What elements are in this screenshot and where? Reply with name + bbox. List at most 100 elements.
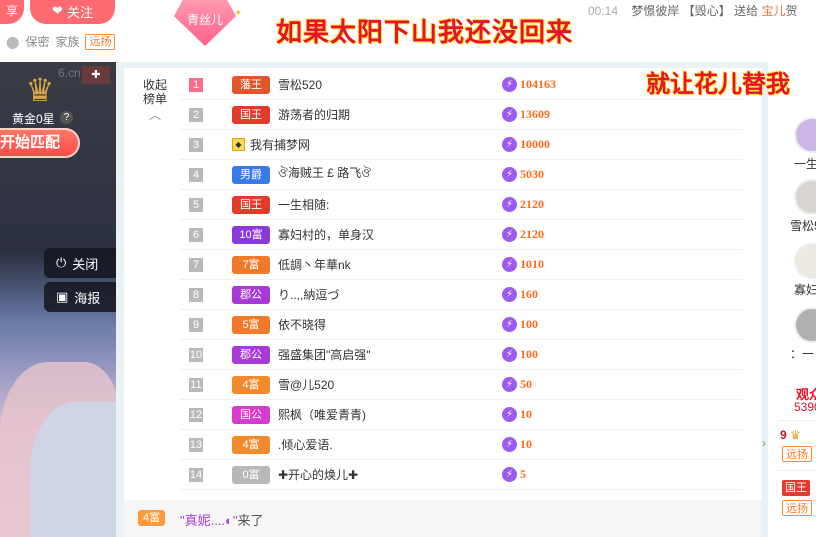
ranking-row[interactable]: 3 ◆ 我有捕梦网 ⚡ 10000 — [180, 130, 743, 160]
rank-number: 7 — [189, 257, 203, 272]
corner-plus-icon[interactable]: ✚ — [82, 66, 110, 84]
right-user-name[interactable]: 一生 — [794, 155, 816, 172]
ranking-row[interactable]: 8 郡公 り..,,納逗づ ⚡ 160 — [180, 280, 743, 310]
avatar[interactable] — [794, 243, 816, 279]
gift-ticker: 00:14 梦憬彼岸 【毁心】 送给 宝儿贺 — [588, 2, 797, 19]
contribution-amount: 2120 — [520, 197, 544, 211]
user-name[interactable]: 低調丶年華nk — [278, 256, 351, 273]
family-tag[interactable]: 远扬 — [782, 446, 812, 462]
right-user-name[interactable]: 雪松5 — [790, 217, 816, 234]
contribution-amount: 104163 — [520, 77, 556, 91]
level-badge: 藩王 — [232, 75, 270, 94]
user-name[interactable]: 游荡者的归期 — [278, 106, 350, 123]
coin-icon: ⚡ — [502, 197, 517, 212]
ranking-row[interactable]: 9 5富 依不晓得 ⚡ 100 — [180, 310, 743, 340]
share-button[interactable]: 享 — [0, 0, 24, 24]
heart-icon: ❤ — [52, 3, 63, 18]
share-label: 享 — [5, 4, 18, 18]
start-match-button[interactable]: 开始匹配 — [0, 128, 80, 158]
contribution-amount: 13609 — [520, 107, 550, 121]
user-name[interactable]: 雪松520 — [278, 76, 322, 93]
rank-number: 8 — [189, 287, 203, 302]
family-tag[interactable]: 远扬 — [85, 33, 116, 50]
rank-number: 5 — [189, 197, 203, 212]
collapse-ranking-button[interactable]: 收起 榜单 ︿ — [140, 78, 170, 122]
contribution-amount: 5 — [520, 467, 526, 481]
close-button[interactable]: ⏻ 关闭 — [44, 248, 116, 278]
ranking-list: 1 藩王 雪松520 ⚡ 104163 2 国王 游荡者的归期 ⚡ 13609 3 ◆ 我有捕梦网 ⚡ 10… — [180, 70, 743, 490]
ranking-row[interactable]: 11 4富 雪@儿520 ⚡ 50 — [180, 370, 743, 400]
follow-button[interactable]: ❤ 关注 — [30, 0, 115, 24]
avatar[interactable] — [794, 117, 816, 153]
user-name[interactable]: 寡妇村的，单身汉 — [278, 226, 374, 243]
rank-emblem-icon[interactable]: ♛ — [20, 72, 60, 108]
ranking-row[interactable]: 2 国王 游荡者的归期 ⚡ 13609 — [180, 100, 743, 130]
avatar[interactable] — [794, 307, 816, 343]
youth-badge[interactable]: 青丝儿 — [174, 0, 236, 46]
medal-icon: ◆ — [232, 138, 245, 151]
level-badge: 郡公 — [232, 285, 270, 304]
right-user-name[interactable]: 寡妇 — [794, 281, 816, 298]
ranking-row[interactable]: 5 国王 一生相随: ⚡ 2120 — [180, 190, 743, 220]
rank-number: 13 — [189, 437, 203, 452]
divider — [778, 470, 816, 471]
ranking-row[interactable]: 6 10富 寡妇村的，单身汉 ⚡ 2120 — [180, 220, 743, 250]
level-badge: 国王 — [232, 195, 270, 214]
rank-number: 14 — [189, 467, 203, 482]
ticker-from[interactable]: 梦憬彼岸 — [631, 4, 679, 18]
level-badge: 4富 — [232, 375, 270, 394]
user-name[interactable]: 雪@儿520 — [278, 376, 334, 393]
user-name[interactable]: り..,,納逗づ — [278, 286, 339, 303]
chevron-right-icon[interactable]: › — [762, 436, 766, 450]
avatar[interactable] — [794, 179, 816, 215]
ticker-tail: 贺 — [785, 4, 798, 18]
right-user-name[interactable]: ：一 — [790, 345, 814, 362]
contribution-amount: 1010 — [520, 257, 544, 271]
chevron-up-icon: ︿ — [148, 108, 161, 122]
ticker-to[interactable]: 宝儿 — [761, 4, 785, 18]
contribution-amount: 2120 — [520, 227, 544, 241]
level-badge: 7富 — [232, 255, 270, 274]
contribution-amount: 5030 — [520, 167, 544, 181]
meta-family: 家族 — [55, 35, 80, 49]
user-name[interactable]: 强盛集团"高启强" — [278, 346, 371, 363]
rank-number: 3 — [189, 137, 203, 152]
location-icon: ⬤ — [6, 34, 20, 49]
divider — [778, 420, 816, 421]
ranking-row[interactable]: 14 0富 ✚开心的焕儿✚ ⚡ 5 — [180, 460, 743, 490]
ranking-row[interactable]: 4 男爵 ঔ海贼王 £ 路飞ঔ ⚡ 5030 — [180, 160, 743, 190]
user-name[interactable]: 我有捕梦网 — [250, 136, 310, 153]
rank-number: 12 — [189, 407, 203, 422]
crown-icon: ♛ — [790, 428, 801, 442]
ranking-row[interactable]: 12 国公 熙枫（唯爱青青) ⚡ 10 — [180, 400, 743, 430]
ranking-row[interactable]: 10 郡公 强盛集团"高启强" ⚡ 100 — [180, 340, 743, 370]
rank-label: 黄金0星 — [12, 112, 55, 126]
family-tag[interactable]: 远扬 — [782, 500, 812, 516]
right-user-column: 一生 雪松5 寡妇 ：一 — [770, 95, 816, 370]
user-name[interactable]: ✚开心的焕儿✚ — [278, 466, 358, 483]
level-badge: 男爵 — [232, 165, 270, 184]
poster-button[interactable]: ▣ 海报 — [44, 282, 116, 312]
ranking-row[interactable]: 13 4富 .倾心爱语. ⚡ 10 — [180, 430, 743, 460]
level-badge: 10富 — [232, 225, 270, 244]
coin-icon: ⚡ — [502, 407, 517, 422]
entry-suffix: 来了 — [237, 513, 264, 528]
user-name[interactable]: 依不晓得 — [278, 316, 326, 333]
contribution-amount: 10 — [520, 407, 532, 421]
user-name[interactable]: .倾心爱语. — [278, 436, 333, 453]
site-watermark: 6.cn — [58, 66, 81, 80]
ranking-row[interactable]: 7 7富 低調丶年華nk ⚡ 1010 — [180, 250, 743, 280]
help-icon[interactable]: ? — [60, 111, 73, 124]
coin-icon: ⚡ — [502, 347, 517, 362]
level-badge: 郡公 — [232, 345, 270, 364]
anchor-meta: ⬤ 保密 家族 远扬 — [6, 33, 116, 50]
user-name[interactable]: ঔ海贼王 £ 路飞ঔ — [278, 164, 371, 185]
meta-protect: 保密 — [25, 35, 50, 49]
entry-user[interactable]: "真妮....◐" — [180, 513, 238, 528]
video-area[interactable]: ♛ 6.cn ✚ 黄金0星 ? 开始匹配 ⏻ 关闭 ▣ 海报 — [0, 62, 116, 537]
user-name[interactable]: 一生相随: — [278, 196, 329, 213]
user-name[interactable]: 熙枫（唯爱青青) — [278, 406, 366, 423]
top-bar: 享 ❤ 关注 ⬤ 保密 家族 远扬 青丝儿 ✦ 如果太阳下山我还没回来 00:1… — [0, 0, 816, 62]
youth-badge-label: 青丝儿 — [186, 13, 223, 27]
coin-icon: ⚡ — [502, 137, 517, 152]
